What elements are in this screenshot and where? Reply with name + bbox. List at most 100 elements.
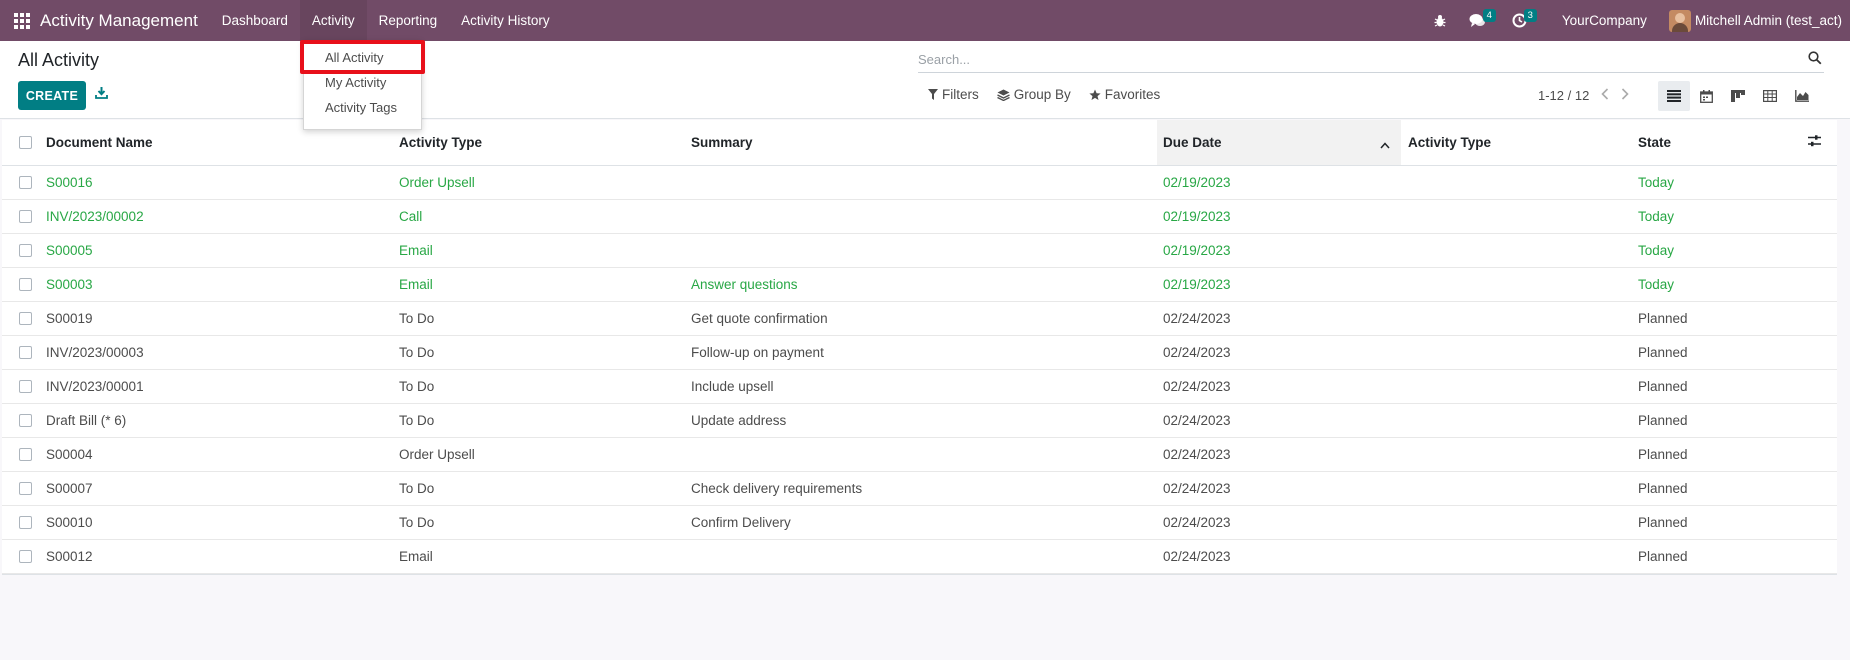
cell-due-date: 02/24/2023 <box>1163 413 1231 428</box>
cell-activity-type-2 <box>1408 370 1628 403</box>
cell-state: Planned <box>1638 413 1688 428</box>
menu-reporting[interactable]: Reporting <box>367 0 450 41</box>
row-checkbox[interactable] <box>19 200 33 233</box>
table-row[interactable]: S00004 Order Upsell 02/24/2023 Planned <box>2 438 1837 472</box>
row-checkbox[interactable] <box>19 166 33 199</box>
cell-due-date: 02/19/2023 <box>1163 243 1231 258</box>
filters-button[interactable]: Filters <box>928 87 979 102</box>
company-switcher[interactable]: YourCompany <box>1552 13 1657 28</box>
user-name: Mitchell Admin (test_act) <box>1694 13 1842 28</box>
table-row[interactable]: S00012 Email 02/24/2023 Planned <box>2 540 1837 574</box>
page-title: All Activity <box>18 50 100 70</box>
list-view-icon[interactable] <box>1658 81 1690 111</box>
table-row[interactable]: INV/2023/00002 Call 02/19/2023 Today <box>2 200 1837 234</box>
cell-activity-type: Order Upsell <box>399 447 475 462</box>
debug-icon[interactable] <box>1424 0 1456 41</box>
header-summary[interactable]: Summary <box>691 120 1161 165</box>
header-due-date[interactable]: Due Date <box>1163 120 1403 165</box>
table-row[interactable]: S00019 To Do Get quote confirmation 02/24/2… <box>2 302 1837 336</box>
cell-document-name: S00007 <box>46 481 93 496</box>
cell-due-date: 02/24/2023 <box>1163 515 1231 530</box>
row-checkbox[interactable] <box>19 438 33 471</box>
cell-summary: Follow-up on payment <box>691 345 824 360</box>
cell-summary: Check delivery requirements <box>691 481 863 496</box>
group-by-label: Group By <box>1013 87 1071 102</box>
cell-state: Planned <box>1638 345 1688 360</box>
table-row[interactable]: S00003 Email Answer questions 02/19/2023 Tod… <box>2 268 1837 302</box>
table-row[interactable]: S00005 Email 02/19/2023 Today <box>2 234 1837 268</box>
activities-clock-icon[interactable]: 3 <box>1503 0 1537 41</box>
cell-due-date: 02/24/2023 <box>1163 481 1231 496</box>
row-checkbox[interactable] <box>19 234 33 267</box>
favorites-button[interactable]: Favorites <box>1089 87 1160 102</box>
pager-next-icon[interactable] <box>1621 88 1629 103</box>
cell-summary <box>691 166 1161 199</box>
table-row[interactable]: S00016 Order Upsell 02/19/2023 Today <box>2 166 1837 200</box>
cell-summary: Get quote confirmation <box>691 311 828 326</box>
menu-activity[interactable]: Activity <box>299 0 367 41</box>
row-checkbox[interactable] <box>19 336 33 369</box>
cell-activity-type: Call <box>399 209 423 224</box>
menu-activity-history[interactable]: Activity History <box>449 0 562 41</box>
cell-summary <box>691 200 1161 233</box>
cell-activity-type: To Do <box>399 311 435 326</box>
row-checkbox[interactable] <box>19 472 33 505</box>
messages-badge: 4 <box>1482 9 1496 22</box>
header-activity-type-2[interactable]: Activity Type <box>1408 120 1628 165</box>
table-row[interactable]: S00010 To Do Confirm Delivery 02/24/2023 Pla… <box>2 506 1837 540</box>
optional-columns-icon[interactable] <box>1808 135 1821 150</box>
search-input[interactable] <box>918 47 1808 72</box>
header-state[interactable]: State <box>1638 120 1798 165</box>
sort-ascending-icon[interactable] <box>1380 137 1390 152</box>
group-by-button[interactable]: Group By <box>996 87 1071 102</box>
create-button[interactable]: CREATE <box>18 81 86 110</box>
row-checkbox[interactable] <box>19 540 33 573</box>
table-row[interactable]: S00007 To Do Check delivery requirements 02… <box>2 472 1837 506</box>
calendar-view-icon[interactable] <box>1690 81 1722 111</box>
row-checkbox[interactable] <box>19 268 33 301</box>
cell-document-name: S00019 <box>46 311 93 326</box>
cell-state: Planned <box>1638 481 1688 496</box>
pager-previous-icon[interactable] <box>1601 88 1609 103</box>
menu-dashboard[interactable]: Dashboard <box>210 0 300 41</box>
row-checkbox[interactable] <box>19 404 33 437</box>
download-icon[interactable] <box>95 86 108 102</box>
search-icon[interactable] <box>1808 51 1822 68</box>
layers-icon <box>996 89 1010 101</box>
star-icon <box>1089 89 1101 100</box>
graph-view-icon[interactable] <box>1786 81 1818 111</box>
cell-activity-type: Email <box>399 243 433 258</box>
table-row[interactable]: INV/2023/00001 To Do Include upsell 02/24/2… <box>2 370 1837 404</box>
row-checkbox[interactable] <box>19 370 33 403</box>
cell-due-date: 02/24/2023 <box>1163 311 1231 326</box>
cell-document-name: INV/2023/00002 <box>46 209 144 224</box>
avatar <box>1668 9 1691 32</box>
cell-activity-type: To Do <box>399 379 435 394</box>
table-row[interactable]: Draft Bill (* 6) To Do Update address 02/24… <box>2 404 1837 438</box>
cell-due-date: 02/24/2023 <box>1163 379 1231 394</box>
filters-label: Filters <box>942 87 979 102</box>
row-checkbox[interactable] <box>19 506 33 539</box>
row-checkbox[interactable] <box>19 302 33 335</box>
cell-document-name: S00005 <box>46 243 93 258</box>
cell-state: Planned <box>1638 447 1688 462</box>
cell-document-name: Draft Bill (* 6) <box>46 413 127 428</box>
activities-badge: 3 <box>1523 9 1537 22</box>
kanban-view-icon[interactable] <box>1722 81 1754 111</box>
cell-state: Planned <box>1638 311 1688 326</box>
apps-menu-icon[interactable] <box>0 0 40 41</box>
cell-activity-type: To Do <box>399 413 435 428</box>
cell-due-date: 02/19/2023 <box>1163 209 1231 224</box>
table-row[interactable]: INV/2023/00003 To Do Follow-up on payment 0… <box>2 336 1837 370</box>
pager-value[interactable]: 1-12 / 12 <box>1538 88 1589 103</box>
cell-summary: Answer questions <box>691 277 798 292</box>
cell-activity-type-2 <box>1408 200 1628 233</box>
app-title[interactable]: Activity Management <box>40 11 198 31</box>
user-menu[interactable]: Mitchell Admin (test_act) <box>1663 9 1850 32</box>
select-all-checkbox[interactable] <box>19 120 33 165</box>
pivot-view-icon[interactable] <box>1754 81 1786 111</box>
dropdown-item-activity-tags[interactable]: Activity Tags <box>304 95 421 120</box>
cell-summary: Include upsell <box>691 379 774 394</box>
header-activity-type[interactable]: Activity Type <box>399 120 679 165</box>
messages-icon[interactable]: 4 <box>1460 0 1496 41</box>
